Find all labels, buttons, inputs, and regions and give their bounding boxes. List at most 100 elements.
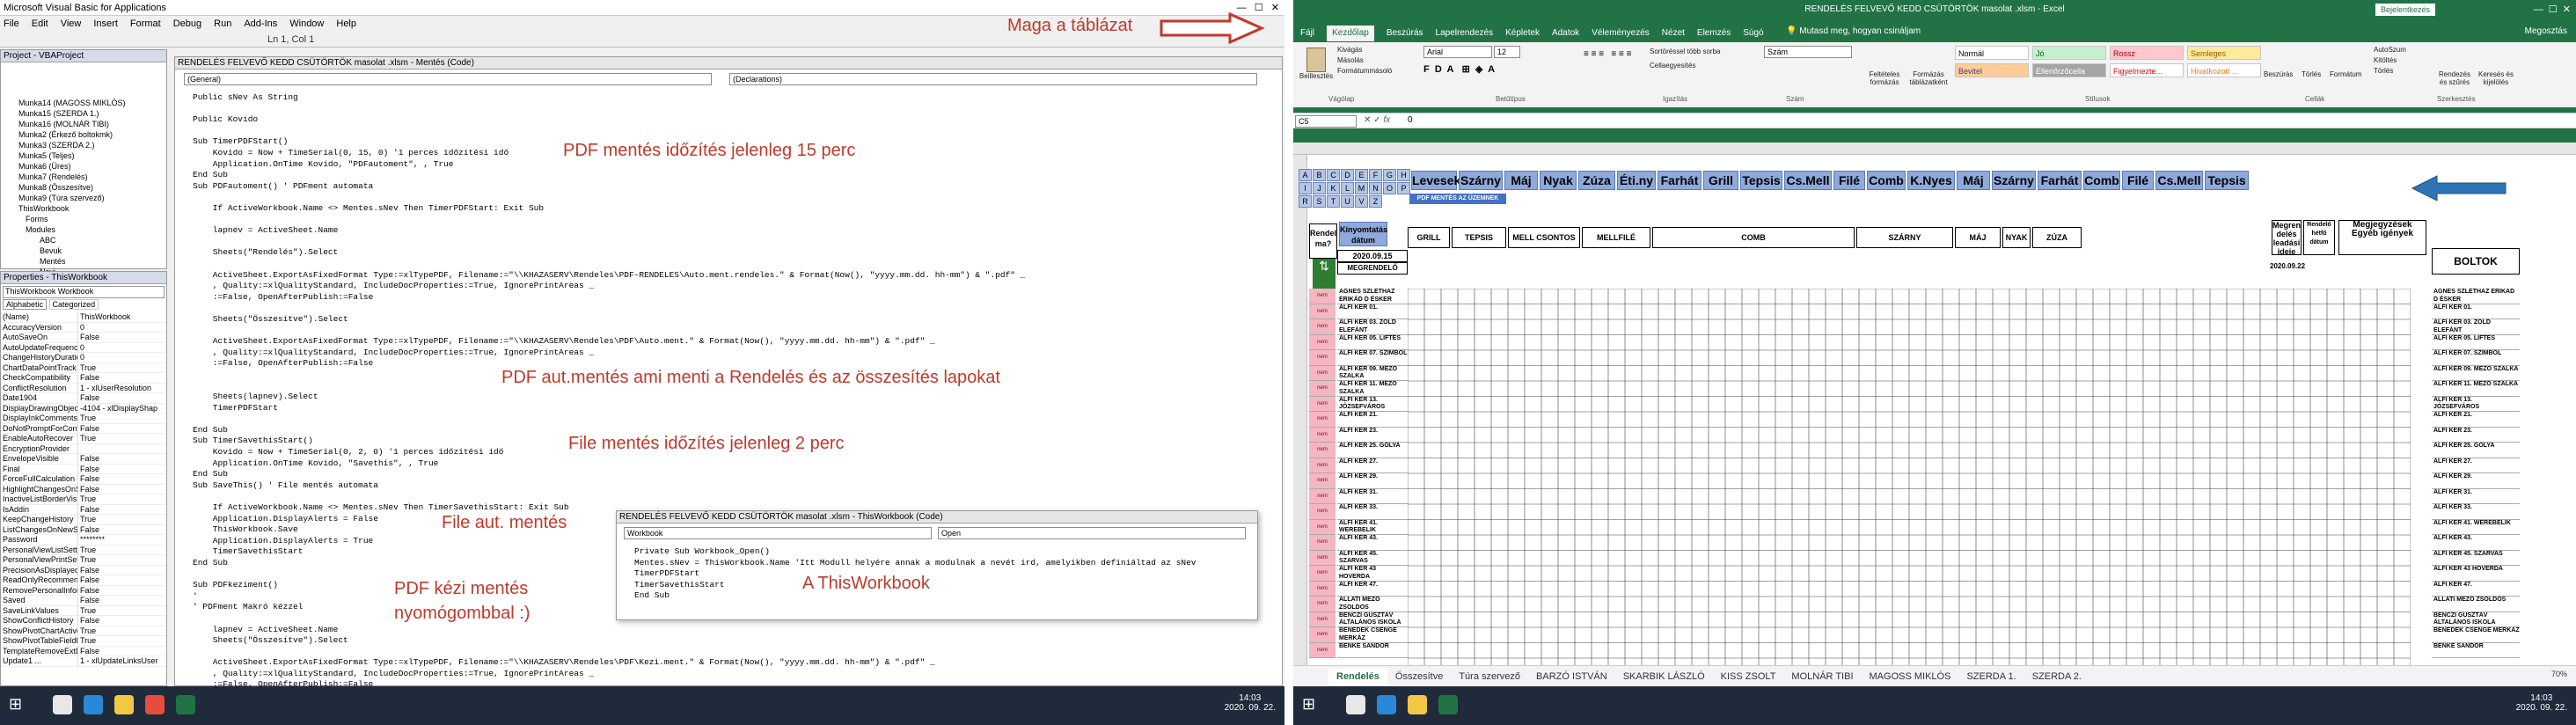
project-tree-item[interactable]: Forms — [18, 214, 166, 224]
nav-button[interactable]: Farhát — [1658, 171, 1701, 190]
property-row[interactable]: DisplayDrawingObjects -4104 - xlDisplaySh… — [1, 403, 166, 414]
property-value[interactable]: False — [78, 485, 99, 494]
property-value[interactable]: True — [78, 606, 96, 616]
property-row[interactable]: ReadOnlyRecommendedFalse — [1, 575, 166, 586]
nav-button[interactable]: Cs.Mell — [1784, 171, 1832, 190]
object-combo[interactable]: (General) — [184, 73, 712, 85]
letter-button[interactable]: G — [1383, 169, 1396, 181]
ribbon-tab[interactable]: Kezdőlap — [1327, 26, 1374, 41]
menu-item[interactable]: View — [61, 18, 82, 29]
ribbon-tab[interactable]: Képletek — [1505, 26, 1540, 41]
sheet-tab[interactable]: MAGOSS MIKLÓS — [1862, 668, 1959, 685]
rendelt-button[interactable]: nem — [1309, 597, 1336, 612]
nav-button[interactable]: Tepsis — [1740, 171, 1782, 190]
letter-button[interactable]: I — [1299, 182, 1312, 194]
property-value[interactable]: True — [78, 363, 96, 373]
property-value[interactable]: 0 — [78, 343, 84, 353]
letter-button[interactable]: T — [1327, 195, 1340, 208]
property-value[interactable]: False — [78, 616, 99, 626]
project-tree-item[interactable]: Munka16 (MOLNÁR TIBI) — [18, 119, 166, 129]
cut-button[interactable]: Kivágás — [1337, 46, 1362, 54]
property-row[interactable]: PersonalViewListSettingsTrue — [1, 545, 166, 555]
sheet-tab[interactable]: MOLNÁR TIBI — [1783, 668, 1861, 685]
sheet-tab[interactable]: SKARBIK LÁSZLÓ — [1615, 668, 1713, 685]
print-date-button[interactable]: Kinyomtatás dátum — [1339, 222, 1387, 246]
nav-button[interactable]: Farhát — [2038, 171, 2082, 190]
rendelt-button[interactable]: nem — [1309, 519, 1336, 535]
property-value[interactable]: False — [78, 333, 99, 342]
letter-button[interactable]: K — [1327, 182, 1340, 194]
ribbon-tab[interactable]: Lapelrendezés — [1436, 26, 1494, 41]
nav-button[interactable]: Filé — [1833, 171, 1865, 190]
property-row[interactable]: DisplayInkComments True — [1, 414, 166, 424]
rendelt-button[interactable]: nem — [1309, 289, 1336, 304]
paste-button[interactable]: Beillesztés — [1299, 48, 1334, 80]
explorer-icon[interactable] — [114, 695, 134, 714]
property-value[interactable]: False — [78, 647, 99, 656]
nav-button[interactable]: Máj — [1957, 171, 1990, 190]
nav-button[interactable]: Zúza — [1578, 171, 1615, 190]
property-row[interactable]: TemplateRemoveExtDataFalse — [1, 646, 166, 656]
format-painter-button[interactable]: Formátummásoló — [1337, 67, 1392, 75]
project-tree-item[interactable]: Munka7 (Rendelés) — [18, 172, 166, 182]
clear-button[interactable]: Törlés — [2374, 67, 2393, 75]
cell-style[interactable]: Hivatkozott ... — [2187, 63, 2261, 77]
tab-alphabetic[interactable]: Alphabetic — [3, 299, 48, 310]
property-value[interactable] — [78, 444, 80, 454]
property-row[interactable]: PrecisionAsDisplayed False — [1, 565, 166, 575]
property-value[interactable]: 1 - xlUserResolution — [78, 384, 151, 393]
rendelt-button[interactable]: nem — [1309, 396, 1336, 412]
formula-input[interactable]: 0 — [1408, 115, 1413, 125]
nav-button[interactable]: Éti.ny — [1617, 171, 1656, 190]
property-row[interactable]: KeepChangeHistory True — [1, 515, 166, 525]
properties-object-select[interactable]: ThisWorkbook Workbook — [3, 286, 165, 298]
property-value[interactable]: False — [78, 373, 99, 383]
menu-item[interactable]: Format — [130, 18, 161, 29]
property-row[interactable]: ChartDataPointTrack True — [1, 362, 166, 373]
project-tree-item[interactable]: Munka15 (SZERDA 1.) — [18, 108, 166, 119]
menu-item[interactable]: Edit — [32, 18, 48, 29]
ribbon-tab[interactable]: Véleményezés — [1592, 26, 1650, 41]
rendelt-button[interactable]: nem — [1309, 627, 1336, 643]
ribbon-tab[interactable]: Elemzés — [1697, 26, 1731, 41]
property-value[interactable]: 0 — [78, 323, 84, 333]
pdf-export-button[interactable]: PDF MENTÉS AZ ÜZEMNEK — [1409, 194, 1506, 204]
property-value[interactable]: True — [78, 546, 96, 555]
number-format-select[interactable]: Szám — [1764, 46, 1852, 58]
property-row[interactable]: Saved False — [1, 596, 166, 606]
rendelt-button[interactable]: nem — [1309, 642, 1336, 658]
property-row[interactable]: ConflictResolution 1 - xlUserResolution — [1, 383, 166, 393]
sheet-tab[interactable]: SZERDA 2. — [2024, 668, 2089, 685]
delete-cells-button[interactable]: Törlés — [2302, 70, 2321, 78]
fill-button[interactable]: Kitöltés — [2374, 56, 2397, 64]
letter-button[interactable]: F — [1369, 169, 1382, 181]
property-row[interactable]: ShowPivotTableFieldListTrue — [1, 636, 166, 647]
nav-button[interactable]: Comb — [1867, 171, 1906, 190]
letter-button[interactable]: E — [1355, 169, 1368, 181]
rendelt-buttons[interactable]: nem nem nem nem nem nem nem nem nem nem nem nem nem n… — [1309, 289, 1336, 658]
property-row[interactable]: InactiveListBorderVisibleTrue — [1, 494, 166, 505]
property-value[interactable]: False — [78, 525, 99, 535]
font-size-select[interactable]: 12 — [1494, 46, 1520, 58]
sheet-tab[interactable]: SZERDA 1. — [1958, 668, 2023, 685]
letter-button[interactable]: D — [1341, 169, 1354, 181]
property-value[interactable]: False — [78, 465, 99, 474]
menu-item[interactable]: File — [4, 18, 19, 29]
sheet-tab[interactable]: KISS ZSOLT — [1713, 668, 1784, 685]
rendelt-button[interactable]: nem — [1309, 504, 1336, 520]
rendelt-button[interactable]: nem — [1309, 488, 1336, 504]
property-value[interactable]: False — [78, 454, 99, 464]
rendelt-button[interactable]: nem — [1309, 458, 1336, 473]
ribbon-tab[interactable]: Nézet — [1662, 26, 1685, 41]
cell-style[interactable]: Ellenőrzőcella — [2032, 63, 2106, 77]
nav-button[interactable]: Tepsis — [2205, 171, 2249, 190]
cell-style[interactable]: Semleges — [2187, 46, 2261, 60]
sort-arrows-icon[interactable]: ⇅ — [1313, 259, 1336, 290]
project-tree-item[interactable]: Munka14 (MAGOSS MIKLÓS) — [18, 98, 166, 108]
rendelt-button[interactable]: nem — [1309, 535, 1336, 551]
format-cells-button[interactable]: Formátum — [2330, 70, 2361, 78]
rendelt-button[interactable]: nem — [1309, 581, 1336, 597]
excel-window-controls[interactable]: — ☐ ✕ — [2534, 4, 2571, 15]
project-tree-item[interactable]: Munka6 (Üres) — [18, 161, 166, 172]
nav-button[interactable]: Szárny — [1992, 171, 2036, 190]
